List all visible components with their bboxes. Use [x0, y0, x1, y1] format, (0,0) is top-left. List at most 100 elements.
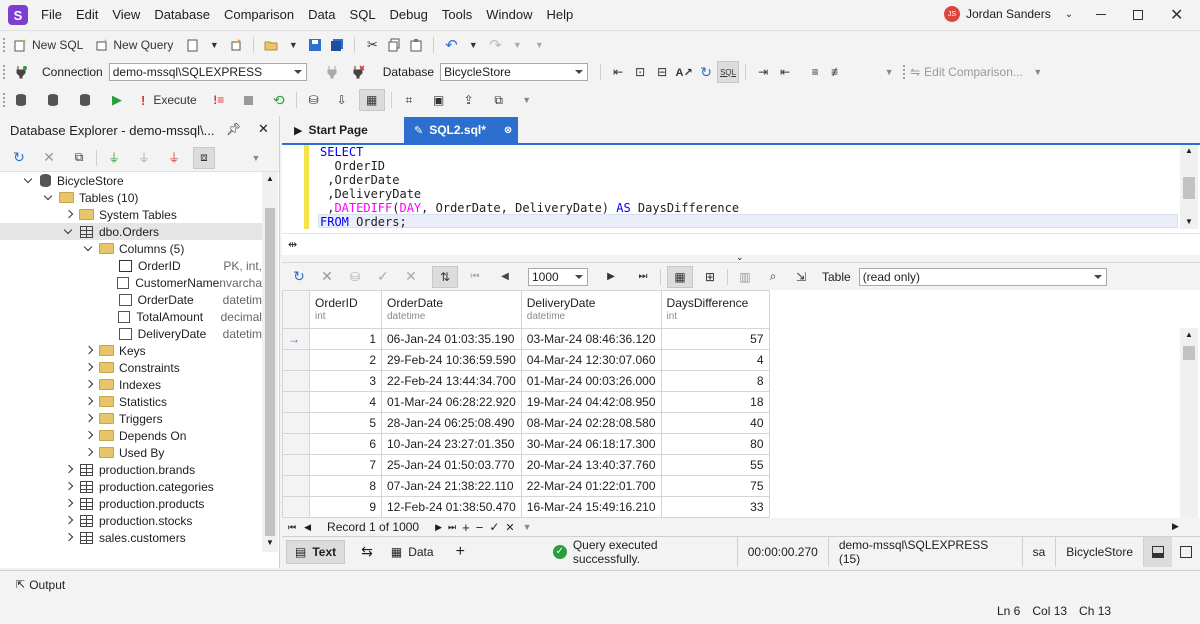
row-indicator[interactable]: [282, 496, 310, 518]
refresh-button[interactable]: ↻: [8, 147, 30, 169]
connect-button[interactable]: ⏚: [133, 147, 155, 169]
pagination-toggle-button[interactable]: ⇅: [432, 265, 458, 288]
insert-record-button[interactable]: ⛁: [344, 266, 366, 288]
menu-sql[interactable]: SQL: [343, 1, 383, 29]
toolbar-grip[interactable]: [2, 92, 6, 108]
table-row[interactable]: 9 12-Feb-24 01:38:50.470 16-Mar-24 15:49:1…: [282, 496, 770, 518]
stop-button[interactable]: [238, 89, 260, 111]
cell-deliverydate[interactable]: 19-Mar-24 04:42:08.950: [520, 391, 662, 413]
chevron-down-icon[interactable]: ▼: [878, 61, 900, 83]
tree-item[interactable]: Used By: [0, 444, 262, 461]
cell-orderid[interactable]: 2: [309, 349, 382, 371]
export-data-button[interactable]: ⇲: [790, 266, 812, 288]
new-document-button[interactable]: [181, 34, 203, 56]
cell-deliverydate[interactable]: 16-Mar-24 15:49:16.210: [520, 496, 662, 518]
hscroll-track[interactable]: [812, 522, 1192, 532]
table-select[interactable]: (read only): [858, 267, 1107, 286]
cell-orderid[interactable]: 9: [309, 496, 382, 518]
cell-deliverydate[interactable]: 08-Mar-24 02:28:08.580: [520, 412, 662, 434]
save-button[interactable]: [304, 34, 326, 56]
split-icon[interactable]: ⇹: [288, 238, 297, 251]
database-button[interactable]: [10, 89, 32, 111]
new-connection-button[interactable]: ⏚: [103, 147, 125, 169]
tree-item[interactable]: Statistics: [0, 393, 262, 410]
sql-mode-button[interactable]: SQL: [717, 61, 740, 83]
menu-window[interactable]: Window: [479, 1, 539, 29]
column-header-deliverydate[interactable]: DeliveryDate datetime: [520, 290, 662, 329]
new-item-button[interactable]: [225, 34, 247, 56]
toolbar-grip[interactable]: [2, 36, 6, 53]
cell-orderid[interactable]: 4: [309, 391, 382, 413]
menu-help[interactable]: Help: [539, 1, 580, 29]
code-line[interactable]: ,OrderDate: [320, 173, 739, 187]
collapse-chevron-icon[interactable]: [84, 346, 94, 356]
cell-orderdate[interactable]: 28-Jan-24 06:25:08.490: [381, 412, 522, 434]
toolbar-overflow-icon[interactable]: ▼: [528, 34, 550, 56]
row-indicator[interactable]: [282, 475, 310, 497]
collapse-chevron-icon[interactable]: [84, 414, 94, 424]
pin-icon[interactable]: 📌︎: [226, 122, 241, 136]
cell-daysdifference[interactable]: 55: [660, 454, 770, 476]
cell-orderdate[interactable]: 29-Feb-24 10:36:59.590: [381, 349, 522, 371]
collapse-chevron-icon[interactable]: [84, 363, 94, 373]
column-header-daysdifference[interactable]: DaysDifference int: [660, 290, 770, 329]
collapse-chevron-icon[interactable]: [84, 397, 94, 407]
cell-deliverydate[interactable]: 01-Mar-24 00:03:26.000: [520, 370, 662, 392]
first-page-button[interactable]: ⏮: [464, 266, 486, 288]
chevron-down-icon[interactable]: ▼: [462, 34, 484, 56]
tree-item[interactable]: dbo.Orders: [0, 223, 262, 240]
tree-item[interactable]: Indexes: [0, 376, 262, 393]
cell-orderid[interactable]: 6: [309, 433, 382, 455]
collapse-chevron-icon[interactable]: [64, 465, 74, 475]
outline-button[interactable]: ⊟: [651, 61, 673, 83]
menu-file[interactable]: File: [34, 1, 69, 29]
outdent-button[interactable]: ⇤: [774, 61, 796, 83]
redo-button[interactable]: ↷: [484, 34, 506, 56]
navigator-overflow-icon[interactable]: ▼: [523, 522, 532, 532]
collapse-chevron-icon[interactable]: [84, 431, 94, 441]
menu-debug[interactable]: Debug: [383, 1, 435, 29]
next-page-button[interactable]: ▶: [600, 266, 622, 288]
next-record-icon[interactable]: ▶: [435, 522, 442, 533]
find-button[interactable]: ⌕: [762, 266, 784, 288]
undo-button[interactable]: ↶: [440, 34, 462, 56]
designer-button[interactable]: ⌗: [398, 89, 420, 111]
cell-orderid[interactable]: 3: [309, 370, 382, 392]
tree-item[interactable]: production.categories: [0, 478, 262, 495]
cell-daysdifference[interactable]: 4: [660, 349, 770, 371]
case-button[interactable]: A↗: [673, 61, 695, 83]
close-icon[interactable]: ✕: [1170, 5, 1183, 25]
new-query-button[interactable]: New Query: [91, 34, 177, 56]
tree-item[interactable]: OrderDate datetim: [0, 291, 262, 308]
tree-item[interactable]: Depends On: [0, 427, 262, 444]
delete-record-icon[interactable]: −: [476, 520, 484, 535]
first-record-icon[interactable]: ⏮: [288, 522, 296, 533]
tree-item[interactable]: sales.customers: [0, 529, 262, 546]
collapse-chevron-icon[interactable]: [84, 448, 94, 458]
tree-item[interactable]: production.brands: [0, 461, 262, 478]
menu-tools[interactable]: Tools: [435, 1, 479, 29]
chevron-down-icon[interactable]: ▼: [1027, 61, 1049, 83]
tree-item[interactable]: DeliveryDate datetim: [0, 325, 262, 342]
cell-deliverydate[interactable]: 22-Mar-24 01:22:01.700: [520, 475, 662, 497]
tree-item[interactable]: Triggers: [0, 410, 262, 427]
cell-orderdate[interactable]: 12-Feb-24 01:38:50.470: [381, 496, 522, 518]
open-file-button[interactable]: [260, 34, 282, 56]
image-button[interactable]: ▣: [428, 89, 450, 111]
maximize-icon[interactable]: [1133, 10, 1143, 20]
delete-button[interactable]: ✕: [38, 147, 60, 169]
database-select[interactable]: BicycleStore: [440, 63, 589, 81]
cancel-edit-button[interactable]: ✕: [316, 266, 338, 288]
scroll-right-icon[interactable]: ▶: [1172, 521, 1179, 532]
close-icon[interactable]: ⊗: [504, 125, 512, 136]
tree-item[interactable]: production.products: [0, 495, 262, 512]
check-icon[interactable]: ✓: [489, 520, 499, 534]
column-header-orderid[interactable]: OrderID int: [309, 290, 382, 329]
chevron-down-icon[interactable]: ▼: [516, 89, 538, 111]
expand-chevron-icon[interactable]: [24, 176, 34, 186]
expand-chevron-icon[interactable]: [44, 193, 54, 203]
scroll-thumb[interactable]: [1183, 177, 1195, 199]
table-row[interactable]: 6 10-Jan-24 23:27:01.350 30-Mar-24 06:18:1…: [282, 433, 770, 455]
cell-orderid[interactable]: 7: [309, 454, 382, 476]
connection-select[interactable]: demo-mssql\SQLEXPRESS: [108, 63, 307, 81]
